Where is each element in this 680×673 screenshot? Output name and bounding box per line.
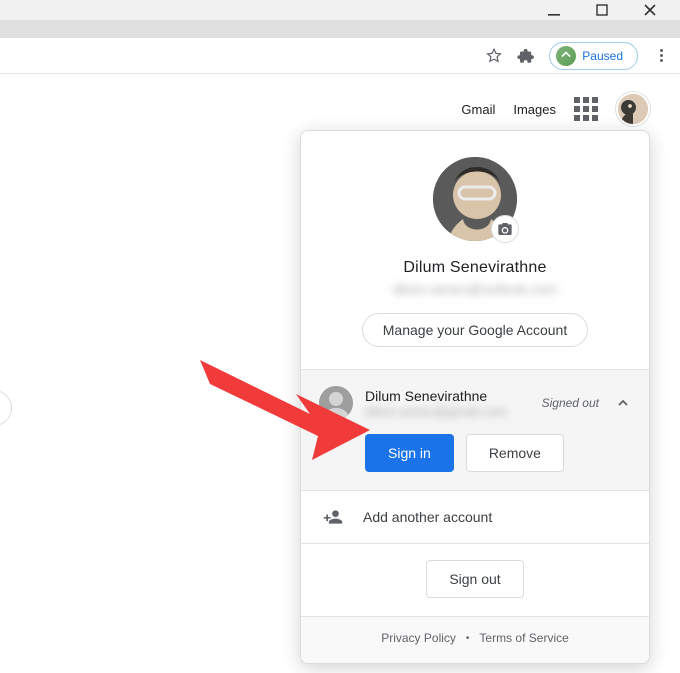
other-account-avatar [319,386,353,420]
other-account-buttons: Sign in Remove [319,434,631,472]
privacy-policy-link[interactable]: Privacy Policy [381,631,456,645]
main-account-name: Dilum Senevirathne [311,259,639,277]
profile-dot-icon [556,46,576,66]
add-person-icon [323,507,343,527]
browser-toolbar: Paused [0,38,680,74]
other-account-status: Signed out [542,396,599,410]
manage-account-button[interactable]: Manage your Google Account [362,313,588,347]
account-switcher-panel: Dilum Senevirathne dilum.senev@outlook.c… [300,130,650,664]
sign-out-section: Sign out [301,544,649,617]
paused-label: Paused [582,49,623,63]
account-footer: Privacy Policy • Terms of Service [301,617,649,663]
main-account-email: dilum.senev@outlook.com [311,281,639,297]
window-minimize-button[interactable] [542,0,566,20]
add-account-row[interactable]: Add another account [301,491,649,544]
other-account-email: dilum.senev@gmail.com [365,404,530,419]
add-account-label: Add another account [363,509,492,525]
other-account-info: Dilum Senevirathne dilum.senev@gmail.com [365,388,530,419]
profile-paused-chip[interactable]: Paused [549,42,638,70]
change-photo-button[interactable] [491,215,519,243]
sign-out-button[interactable]: Sign out [426,560,523,598]
tab-strip [0,20,680,38]
extensions-icon[interactable] [517,47,535,65]
browser-menu-button[interactable] [652,47,670,64]
terms-of-service-link[interactable]: Terms of Service [479,631,568,645]
other-account-section: Dilum Senevirathne dilum.senev@gmail.com… [301,369,649,491]
other-account-name: Dilum Senevirathne [365,388,530,404]
window-titlebar [0,0,680,20]
sign-in-button[interactable]: Sign in [365,434,454,472]
window-maximize-button[interactable] [590,0,614,20]
main-avatar-wrap [433,157,517,241]
account-avatar-button[interactable] [616,92,650,126]
edge-overflow-hint [0,390,12,426]
footer-separator: • [466,633,470,644]
other-account-row[interactable]: Dilum Senevirathne dilum.senev@gmail.com… [319,386,631,420]
window-close-button[interactable] [638,0,662,20]
nav-images-link[interactable]: Images [513,102,556,117]
collapse-icon[interactable] [615,397,631,409]
bookmark-star-icon[interactable] [485,47,503,65]
nav-gmail-link[interactable]: Gmail [461,102,495,117]
remove-account-button[interactable]: Remove [466,434,564,472]
google-top-nav: Gmail Images [0,74,680,126]
account-main-section: Dilum Senevirathne dilum.senev@outlook.c… [301,131,649,369]
google-apps-icon[interactable] [574,97,598,121]
